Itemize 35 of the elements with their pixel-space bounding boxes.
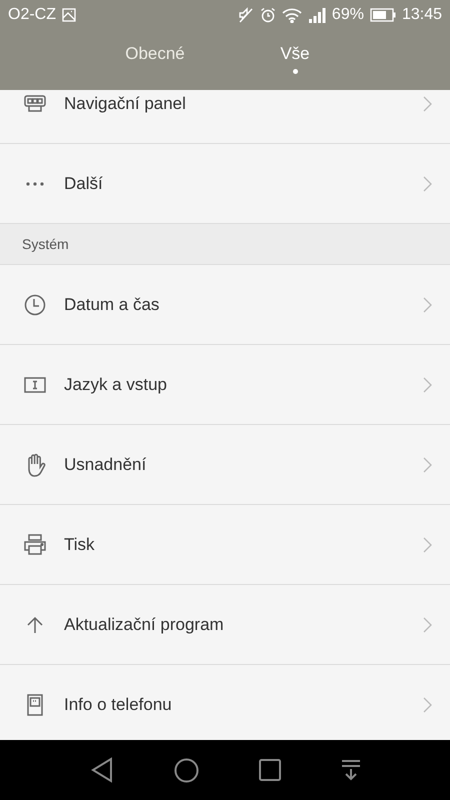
notification-pull-icon[interactable] bbox=[340, 759, 360, 781]
back-icon[interactable] bbox=[90, 757, 114, 783]
recent-apps-icon[interactable] bbox=[258, 759, 280, 781]
battery-percentage: 69% bbox=[332, 6, 364, 24]
signal-icon bbox=[308, 8, 326, 22]
chevron-right-icon bbox=[423, 696, 432, 712]
phone-icon bbox=[27, 694, 43, 716]
chevron-right-icon bbox=[423, 456, 432, 472]
chevron-right-icon bbox=[423, 376, 432, 392]
up-arrow-icon bbox=[26, 616, 44, 634]
text-cursor-icon bbox=[24, 376, 46, 392]
settings-row[interactable]: Datum a čas bbox=[0, 265, 450, 345]
clock-time: 13:45 bbox=[402, 6, 442, 24]
chevron-right-icon bbox=[423, 96, 432, 112]
home-icon[interactable] bbox=[174, 758, 198, 782]
image-icon bbox=[62, 8, 76, 22]
clock-icon bbox=[24, 294, 46, 316]
battery-icon bbox=[370, 8, 396, 22]
settings-row[interactable]: Aktualizační program bbox=[0, 585, 450, 665]
chevron-right-icon bbox=[423, 296, 432, 312]
settings-row[interactable]: Usnadnění bbox=[0, 425, 450, 505]
printer-icon bbox=[23, 534, 47, 556]
chevron-right-icon bbox=[423, 536, 432, 552]
settings-row[interactable]: Navigační panel bbox=[0, 90, 450, 144]
wifi-icon bbox=[282, 8, 302, 22]
more-icon bbox=[25, 182, 45, 186]
carrier-name: O2-CZ bbox=[8, 6, 56, 24]
navigation-panel-icon bbox=[24, 94, 46, 112]
settings-row[interactable]: Tisk bbox=[0, 505, 450, 585]
chevron-right-icon bbox=[423, 616, 432, 632]
settings-row[interactable]: Jazyk a vstup bbox=[0, 345, 450, 425]
chevron-right-icon bbox=[423, 176, 432, 192]
alarm-clock-icon bbox=[260, 7, 276, 23]
muted-sound-icon bbox=[238, 7, 254, 23]
section-header: Systém bbox=[0, 224, 450, 265]
